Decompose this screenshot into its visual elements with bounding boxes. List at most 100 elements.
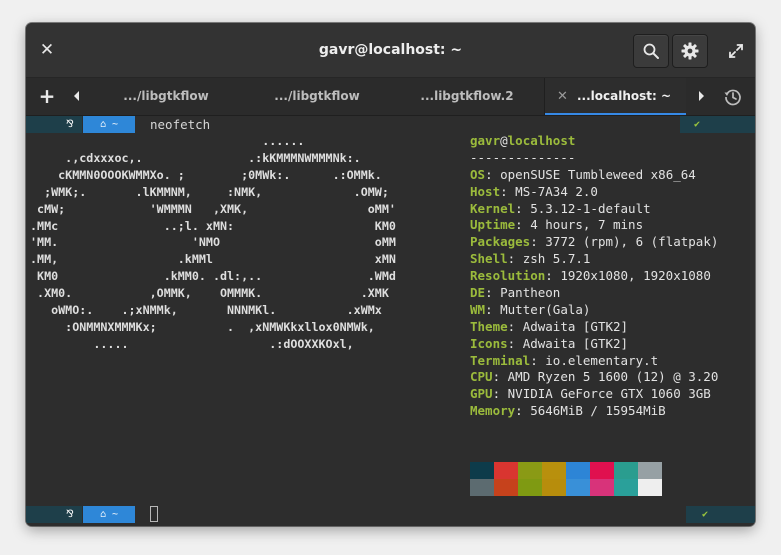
logo-line: .MMc ..;l. xMN: KM0: [30, 218, 396, 233]
info-row: Packages: 3772 (rpm), 6 (flatpak): [470, 234, 718, 251]
info-colon: :: [492, 386, 508, 402]
info-row: CPU: AMD Ryzen 5 1600 (12) @ 3.20: [470, 369, 718, 386]
info-row: WM: Mutter(Gala): [470, 302, 718, 319]
color-swatch: [638, 479, 662, 496]
info-colon: :: [515, 217, 531, 233]
prompt-dir-segment: ⌂ ~: [83, 506, 135, 523]
settings-button[interactable]: [672, 34, 708, 68]
tab-libgtkflow-1[interactable]: .../libgtkflow: [101, 78, 231, 115]
info-value: 3772 (rpm), 6 (flatpak): [545, 234, 719, 250]
tab-scroll-left-button[interactable]: [70, 87, 84, 105]
info-row: OS: openSUSE Tumbleweed x86_64: [470, 167, 718, 184]
info-value: 5646MiB / 15954MiB: [530, 403, 666, 419]
info-fields: OS: openSUSE Tumbleweed x86_64 Host: MS-7…: [470, 167, 718, 420]
color-swatch: [542, 462, 566, 479]
prompt-dir: ~: [112, 509, 119, 520]
info-row: GPU: NVIDIA GeForce GTX 1060 3GB: [470, 386, 718, 403]
close-window-button[interactable]: ✕: [37, 40, 57, 60]
maximize-icon: [729, 44, 743, 58]
tab-bar: + .../libgtkflow .../libgtkflow ...libgt…: [26, 78, 755, 116]
logo-line: cMW; 'WMMMN ,XMK, oMM': [30, 201, 396, 216]
info-value: MS-7A34 2.0: [515, 183, 598, 199]
info-key: Packages: [470, 234, 531, 250]
info-value: 1920x1080, 1920x1080: [560, 268, 711, 284]
tab-libgtkflow-3[interactable]: ...libgtkflow.2: [402, 78, 532, 115]
info-key: WM: [470, 301, 486, 317]
prompt-os-segment: ⅋: [26, 506, 82, 523]
info-row: Memory: 5646MiB / 15954MiB: [470, 403, 718, 420]
info-row: Resolution: 1920x1080, 1920x1080: [470, 268, 718, 285]
tab-close-button[interactable]: ✕: [557, 78, 568, 115]
color-swatch: [614, 462, 638, 479]
info-key: GPU: [470, 386, 493, 402]
terminal-output[interactable]: ⅋ ⌂ ~ neofetch ✔ ...... .,cdxxxoc,. .:kK…: [26, 116, 755, 526]
info-value: Pantheon: [500, 285, 561, 301]
color-swatch: [566, 479, 590, 496]
color-swatch: [518, 479, 542, 496]
info-colon: :: [485, 166, 501, 182]
search-button[interactable]: [633, 34, 669, 68]
color-swatch: [518, 462, 542, 479]
color-swatch: [590, 462, 614, 479]
info-key: Uptime: [470, 217, 516, 233]
info-colon: :: [507, 318, 523, 334]
chevron-left-icon: [74, 91, 79, 101]
tab-libgtkflow-2[interactable]: .../libgtkflow: [252, 78, 382, 115]
info-row: DE: Pantheon: [470, 285, 718, 302]
gear-icon: [681, 42, 699, 60]
info-row: Terminal: io.elementary.t: [470, 353, 718, 370]
tab-label: ...localhost: ~: [577, 89, 672, 103]
color-palette: [470, 462, 663, 496]
info-key: Theme: [470, 318, 508, 334]
prompt-line: ⅋ ⌂ ~ neofetch ✔: [26, 116, 755, 133]
info-value: 5.3.12-1-default: [530, 200, 651, 216]
logo-line: 'MM. 'NMO oMM: [30, 235, 396, 250]
color-swatch: [470, 462, 494, 479]
info-value: Adwaita [GTK2]: [522, 335, 629, 351]
info-colon: :: [515, 403, 531, 419]
info-colon: :: [485, 301, 501, 317]
info-colon: :: [545, 268, 561, 284]
info-row: Host: MS-7A34 2.0: [470, 184, 718, 201]
info-value: openSUSE Tumbleweed x86_64: [500, 166, 696, 182]
tab-scroll-right-button[interactable]: [694, 87, 708, 105]
info-value: Mutter(Gala): [500, 301, 591, 317]
chevron-right-icon: [699, 91, 704, 101]
fullscreen-button[interactable]: [726, 41, 746, 61]
user-host: gavr@localhost: [470, 133, 576, 148]
color-swatch: [614, 479, 638, 496]
info-colon: :: [492, 369, 508, 385]
logo-line: .MM, .kMMl xMN: [30, 252, 396, 267]
logo-line: ..... .:dOOXXKOxl,: [30, 336, 354, 351]
check-icon: ✔: [694, 119, 701, 130]
info-value: 4 hours, 7 mins: [530, 217, 644, 233]
logo-line: ;WMK;. .lKMMNM, :NMK, .OMW;: [30, 184, 389, 199]
history-icon: [724, 89, 741, 106]
logo-line: .,cdxxxoc,. .:kKMMMNWMMMNk:.: [30, 150, 361, 165]
info-row: Uptime: 4 hours, 7 mins: [470, 217, 718, 234]
info-colon: :: [530, 234, 546, 250]
info-colon: :: [530, 352, 546, 368]
info-value: Adwaita [GTK2]: [522, 318, 629, 334]
info-value: zsh 5.7.1: [522, 251, 591, 267]
info-value: io.elementary.t: [545, 352, 659, 368]
info-colon: :: [507, 251, 523, 267]
info-colon: :: [485, 285, 501, 301]
info-separator: --------------: [470, 149, 576, 165]
system-info: gavr@localhost -------------- OS: openSU…: [470, 133, 718, 420]
prompt-status-segment: ✔: [680, 116, 755, 133]
os-icon: ⅋: [66, 509, 74, 520]
terminal-window: ✕ gavr@localhost: ~ + .../libgtkflow ...…: [26, 23, 755, 526]
ascii-logo: ...... .,cdxxxoc,. .:kKMMMNWMMMNk:. cKMM…: [30, 133, 396, 353]
history-button[interactable]: [723, 87, 743, 107]
info-key: Icons: [470, 335, 508, 351]
text-cursor: [150, 506, 158, 522]
info-key: Terminal: [470, 352, 531, 368]
info-row: Shell: zsh 5.7.1: [470, 251, 718, 268]
tab-localhost-active[interactable]: ✕ ...localhost: ~: [545, 78, 686, 115]
info-value: AMD Ryzen 5 1600 (12) @ 3.20: [507, 369, 719, 385]
color-swatch: [494, 479, 518, 496]
info-key: Resolution: [470, 268, 546, 284]
new-tab-button[interactable]: +: [37, 85, 57, 107]
color-swatch: [542, 479, 566, 496]
